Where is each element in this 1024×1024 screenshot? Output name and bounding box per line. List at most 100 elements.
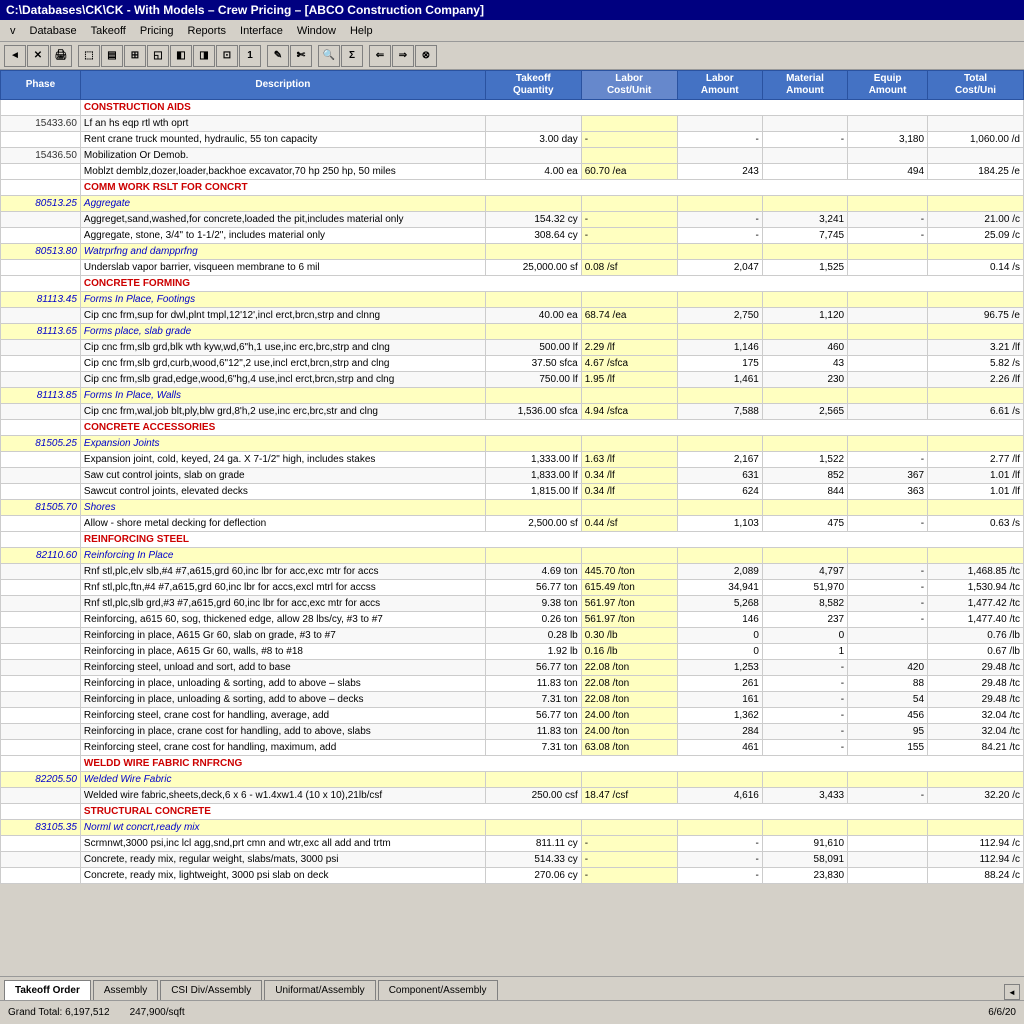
cell-phase — [1, 580, 81, 596]
cell-total: 1,477.42 /tc — [928, 596, 1024, 612]
toolbar-btn-13[interactable]: ✄ — [290, 45, 312, 67]
cell-equip: 88 — [848, 676, 928, 692]
toolbar-btn-8[interactable]: ◧ — [170, 45, 192, 67]
toolbar-btn-10[interactable]: ⊡ — [216, 45, 238, 67]
toolbar-btn-1[interactable]: ◄ — [4, 45, 26, 67]
toolbar-btn-5[interactable]: ▤ — [101, 45, 123, 67]
cell-desc: Forms In Place, Footings — [80, 292, 485, 308]
cell-material: 43 — [762, 356, 847, 372]
cell-total: 29.48 /tc — [928, 660, 1024, 676]
cell-labor-unit — [581, 500, 677, 516]
menu-window[interactable]: Window — [291, 23, 342, 39]
cell-phase — [1, 612, 81, 628]
cell-takeoff: 7.31 ton — [485, 740, 581, 756]
cell-total: 1.01 /lf — [928, 468, 1024, 484]
toolbar-btn-4[interactable]: ⬚ — [78, 45, 100, 67]
toolbar-btn-7[interactable]: ◱ — [147, 45, 169, 67]
table-row: 81505.70 Shores — [1, 500, 1024, 516]
toolbar-btn-3[interactable]: 🖨 — [50, 45, 72, 67]
cell-phase — [1, 724, 81, 740]
cell-equip — [848, 548, 928, 564]
cell-equip: 54 — [848, 692, 928, 708]
cell-desc: Rent crane truck mounted, hydraulic, 55 … — [80, 132, 485, 148]
menu-pricing[interactable]: Pricing — [134, 23, 180, 39]
menu-interface[interactable]: Interface — [234, 23, 289, 39]
table-row: Concrete, ready mix, regular weight, sla… — [1, 852, 1024, 868]
cell-takeoff — [485, 500, 581, 516]
cell-labor-unit: 561.97 /ton — [581, 596, 677, 612]
cell-desc: Reinforcing In Place — [80, 548, 485, 564]
header-labor-cost: LaborCost/Unit — [581, 71, 677, 100]
cell-takeoff: 500.00 lf — [485, 340, 581, 356]
menu-v[interactable]: v — [4, 23, 22, 39]
toolbar-btn-11[interactable]: 1 — [239, 45, 261, 67]
table-container[interactable]: Phase Description TakeoffQuantity LaborC… — [0, 70, 1024, 976]
toolbar-btn-12[interactable]: ✎ — [267, 45, 289, 67]
toolbar-btn-nav3[interactable]: ⊗ — [415, 45, 437, 67]
cell-material: 844 — [762, 484, 847, 500]
cell-labor-amt: 175 — [677, 356, 762, 372]
cell-material: 0 — [762, 628, 847, 644]
cell-material — [762, 772, 847, 788]
cell-labor-amt: 0 — [677, 644, 762, 660]
toolbar-btn-6[interactable]: ⊞ — [124, 45, 146, 67]
menu-database[interactable]: Database — [24, 23, 83, 39]
cell-total — [928, 548, 1024, 564]
cell-phase: 81505.70 — [1, 500, 81, 516]
cell-labor-unit — [581, 116, 677, 132]
toolbar-btn-search[interactable]: 🔍 — [318, 45, 340, 67]
cell-labor-unit: 68.74 /ea — [581, 308, 677, 324]
cell-labor-amt — [677, 548, 762, 564]
tab-takeoff-order[interactable]: Takeoff Order — [4, 980, 91, 1000]
cell-labor-unit: 24.00 /ton — [581, 708, 677, 724]
cell-takeoff — [485, 324, 581, 340]
cell-labor-unit: - — [581, 836, 677, 852]
cell-material: 1 — [762, 644, 847, 660]
toolbar-btn-nav2[interactable]: ⇒ — [392, 45, 414, 67]
cell-labor-amt — [677, 436, 762, 452]
cell-takeoff — [485, 196, 581, 212]
toolbar-btn-nav1[interactable]: ⇐ — [369, 45, 391, 67]
cell-total: 0.63 /s — [928, 516, 1024, 532]
cell-phase — [1, 420, 81, 436]
tab-component[interactable]: Component/Assembly — [378, 980, 498, 1000]
cell-phase: 15436.50 — [1, 148, 81, 164]
cell-phase — [1, 372, 81, 388]
cell-phase: 81113.45 — [1, 292, 81, 308]
cell-labor-unit: - — [581, 852, 677, 868]
menu-help[interactable]: Help — [344, 23, 379, 39]
cell-total: 96.75 /e — [928, 308, 1024, 324]
cell-labor-unit: 1.95 /lf — [581, 372, 677, 388]
cell-labor-unit: 22.08 /ton — [581, 660, 677, 676]
cell-phase — [1, 228, 81, 244]
cell-takeoff: 1,833.00 lf — [485, 468, 581, 484]
table-row: REINFORCING STEEL — [1, 532, 1024, 548]
cell-desc: Watrprfng and dampprfng — [80, 244, 485, 260]
tab-csi-div[interactable]: CSI Div/Assembly — [160, 980, 262, 1000]
cell-takeoff: 3.00 day — [485, 132, 581, 148]
cell-labor-unit: 2.29 /lf — [581, 340, 677, 356]
cell-labor-amt: 34,941 — [677, 580, 762, 596]
tab-assembly[interactable]: Assembly — [93, 980, 158, 1000]
scroll-left-arrow[interactable]: ◄ — [1004, 984, 1020, 1000]
toolbar-btn-9[interactable]: ◨ — [193, 45, 215, 67]
menu-takeoff[interactable]: Takeoff — [85, 23, 132, 39]
cell-total: 0.76 /lb — [928, 628, 1024, 644]
grand-total-label: Grand Total: 6,197,512 — [8, 1007, 110, 1018]
cell-desc: Welded Wire Fabric — [80, 772, 485, 788]
toolbar-btn-sigma[interactable]: Σ — [341, 45, 363, 67]
cell-total — [928, 820, 1024, 836]
cell-labor-amt — [677, 292, 762, 308]
cell-material: 1,525 — [762, 260, 847, 276]
cell-labor-unit: 4.67 /sfca — [581, 356, 677, 372]
toolbar-btn-2[interactable]: ✕ — [27, 45, 49, 67]
title-text: C:\Databases\CK\CK - With Models – Crew … — [6, 3, 484, 17]
cell-material — [762, 500, 847, 516]
cell-labor-unit — [581, 548, 677, 564]
menu-reports[interactable]: Reports — [182, 23, 233, 39]
cell-equip — [848, 340, 928, 356]
cell-equip — [848, 388, 928, 404]
cell-equip: - — [848, 596, 928, 612]
tab-uniformat[interactable]: Uniformat/Assembly — [264, 980, 375, 1000]
table-row: 82110.60 Reinforcing In Place — [1, 548, 1024, 564]
